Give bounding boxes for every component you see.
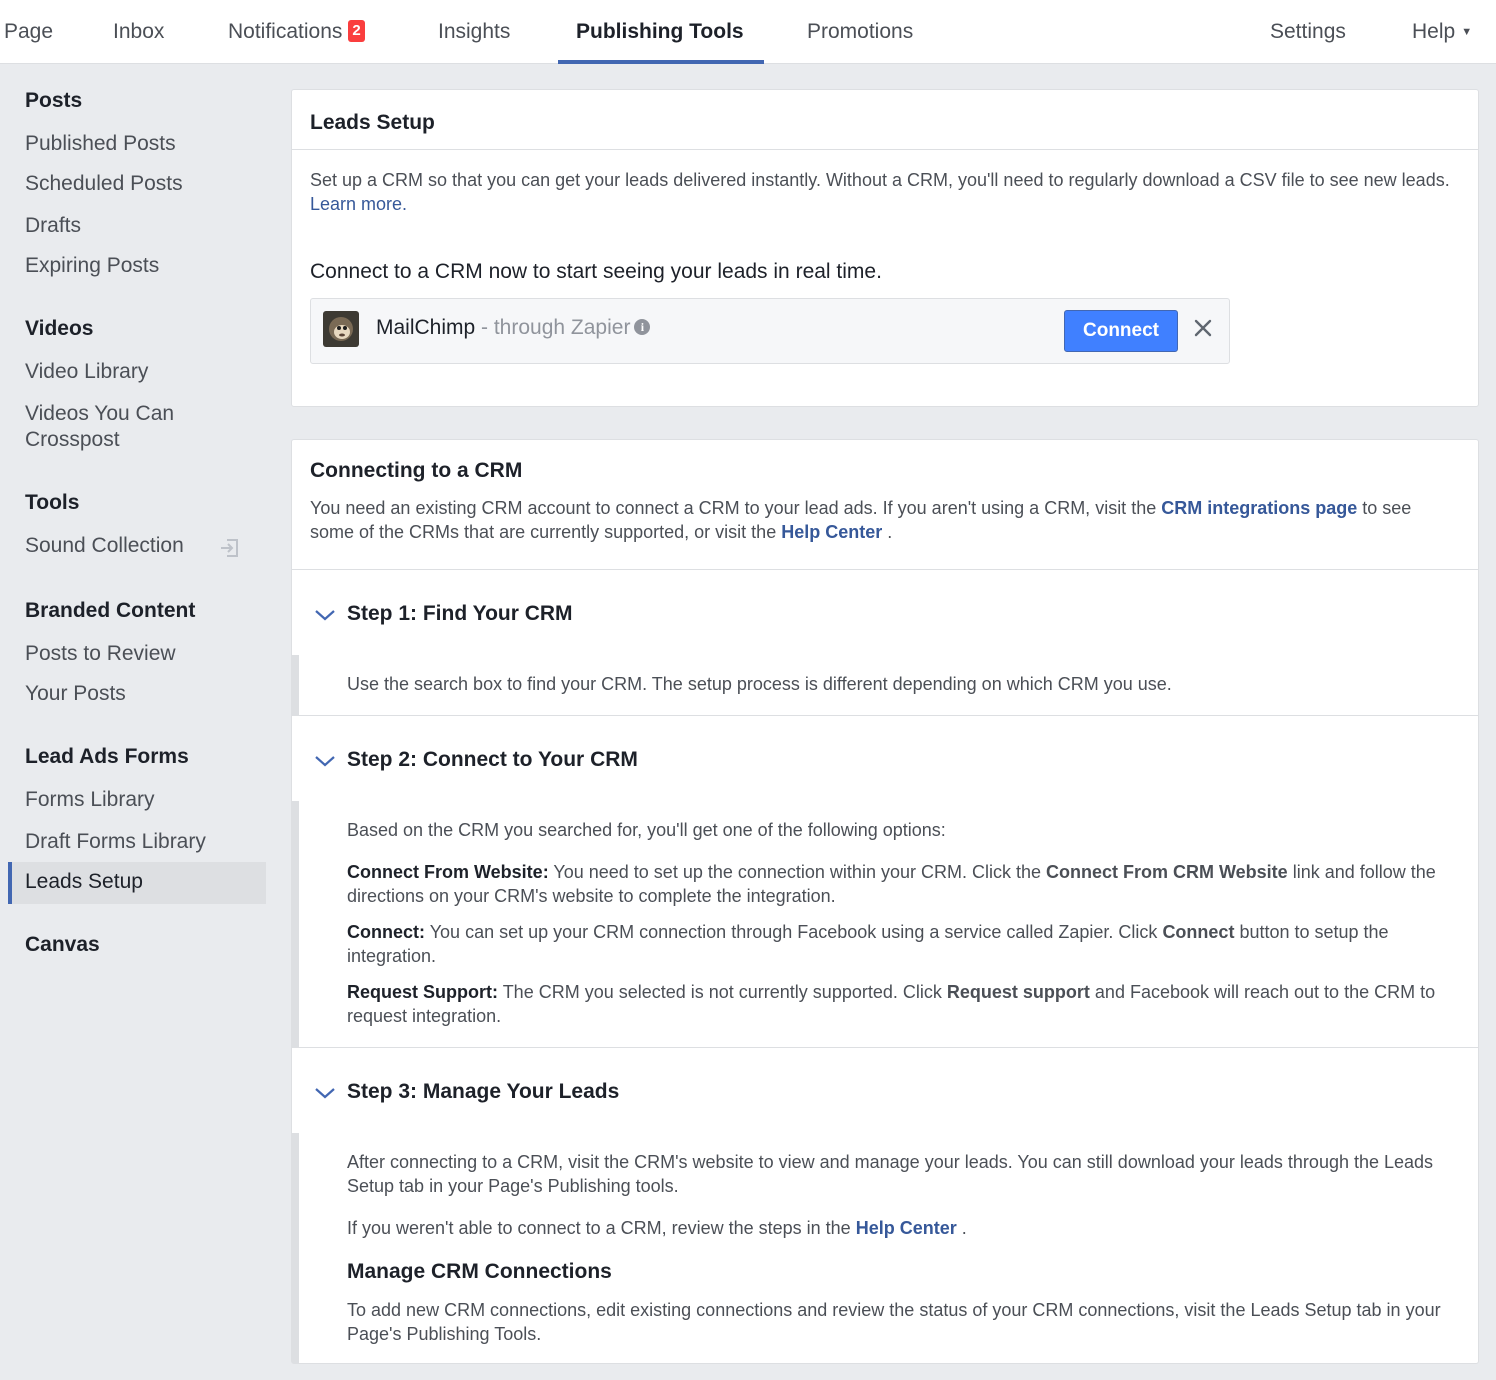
close-icon[interactable] <box>1191 316 1215 340</box>
crm-name: MailChimp - through Zapier i <box>376 316 651 340</box>
option-bold: Connect <box>1162 922 1235 942</box>
sidebar-item-your-posts[interactable]: Your Posts <box>25 681 126 707</box>
sidebar-heading-lead-ads-forms: Lead Ads Forms <box>25 745 189 768</box>
chevron-down-icon[interactable] <box>314 1086 336 1100</box>
settings-link[interactable]: Settings <box>1270 0 1346 64</box>
option-label: Request Support: <box>347 982 498 1002</box>
intro-text: Set up a CRM so that you can get your le… <box>310 170 1450 190</box>
sidebar-item-label-line1: Videos You Can <box>25 402 175 425</box>
option-text: You can set up your CRM connection throu… <box>429 922 1158 942</box>
sidebar-heading-posts: Posts <box>25 89 83 112</box>
sidebar-heading-canvas[interactable]: Canvas <box>25 933 100 957</box>
step3-body: After connecting to a CRM, visit the CRM… <box>347 1152 1434 1196</box>
intro-text-c: . <box>887 522 893 542</box>
top-navigation: Page Inbox Notifications 2 Insights Publi… <box>0 0 1496 64</box>
tab-promotions[interactable]: Promotions <box>807 0 913 64</box>
divider <box>292 715 1478 716</box>
step3-bar <box>292 1133 299 1363</box>
connect-button[interactable]: Connect <box>1064 310 1178 352</box>
help-text: If you weren't able to connect to a CRM,… <box>347 1218 851 1238</box>
connecting-intro: You need an existing CRM account to conn… <box>310 496 1460 544</box>
crm-integrations-link[interactable]: CRM integrations page <box>1161 498 1357 518</box>
tab-page[interactable]: Page <box>4 0 53 64</box>
divider <box>292 569 1478 570</box>
step3-help: If you weren't able to connect to a CRM,… <box>347 1216 967 1240</box>
crm-name-label: MailChimp <box>376 316 476 339</box>
sidebar-item-scheduled-posts[interactable]: Scheduled Posts <box>25 171 183 197</box>
help-text-end: . <box>961 1218 967 1238</box>
step1-title[interactable]: Step 1: Find Your CRM <box>347 602 573 626</box>
sidebar-item-label-line2: Crosspost <box>25 428 120 451</box>
learn-more-link[interactable]: Learn more. <box>310 194 407 214</box>
sidebar-item-expiring-posts[interactable]: Expiring Posts <box>25 253 159 279</box>
step2-lead: Based on the CRM you searched for, you'l… <box>347 820 946 840</box>
help-center-link[interactable]: Help Center <box>856 1218 957 1238</box>
tab-inbox[interactable]: Inbox <box>113 0 164 64</box>
external-link-icon[interactable] <box>218 536 242 560</box>
sidebar-item-posts-to-review[interactable]: Posts to Review <box>25 641 176 667</box>
step2-bar <box>292 801 299 1047</box>
sidebar-item-forms-library[interactable]: Forms Library <box>25 787 155 813</box>
step1-bar <box>292 655 299 715</box>
sidebar-heading-tools: Tools <box>25 491 80 514</box>
info-icon[interactable]: i <box>634 319 651 335</box>
sidebar-heading-branded-content: Branded Content <box>25 599 196 622</box>
sidebar-item-leads-setup[interactable]: Leads Setup <box>25 869 143 895</box>
connecting-crm-card: Connecting to a CRM You need an existing… <box>291 439 1479 1364</box>
step3-title[interactable]: Step 3: Manage Your Leads <box>347 1080 619 1104</box>
option-bold: Connect From CRM Website <box>1046 862 1288 882</box>
connect-prompt: Connect to a CRM now to start seeing you… <box>310 260 882 283</box>
option-text: The CRM you selected is not currently su… <box>502 982 942 1002</box>
chevron-down-icon[interactable] <box>314 608 336 622</box>
option-text: You need to set up the connection within… <box>553 862 1041 882</box>
chevron-down-icon[interactable] <box>314 754 336 768</box>
card-title: Connecting to a CRM <box>310 459 523 482</box>
leads-setup-card: Leads Setup Set up a CRM so that you can… <box>291 89 1479 407</box>
tab-insights[interactable]: Insights <box>438 0 510 64</box>
sidebar-item-draft-forms-library[interactable]: Draft Forms Library <box>25 829 206 855</box>
crm-option-row: MailChimp - through Zapier i Connect <box>310 298 1230 364</box>
intro-text-a: You need an existing CRM account to conn… <box>310 498 1157 518</box>
tab-publishing-tools[interactable]: Publishing Tools <box>558 0 764 64</box>
tab-notifications[interactable]: Notifications 2 <box>228 0 365 64</box>
step2-option-connect: Connect: You can set up your CRM connect… <box>347 920 1462 968</box>
help-menu[interactable]: Help ▼ <box>1412 0 1472 64</box>
option-label: Connect From Website: <box>347 862 549 882</box>
sidebar-item-drafts[interactable]: Drafts <box>25 213 81 239</box>
sidebar-heading-videos: Videos <box>25 317 94 340</box>
step2-option-website: Connect From Website: You need to set up… <box>347 860 1457 908</box>
option-label: Connect: <box>347 922 425 942</box>
sidebar-item-videos-you-can-crosspost[interactable]: Videos You Can Crosspost <box>25 401 174 453</box>
manage-crm-body: To add new CRM connections, edit existin… <box>347 1300 1441 1344</box>
notification-count-badge: 2 <box>348 20 365 42</box>
divider <box>292 1047 1478 1048</box>
leads-setup-intro: Set up a CRM so that you can get your le… <box>310 168 1450 216</box>
help-label: Help <box>1412 20 1456 43</box>
step1-body: Use the search box to find your CRM. The… <box>347 674 1172 694</box>
tab-notifications-label: Notifications <box>228 20 343 43</box>
sidebar-item-video-library[interactable]: Video Library <box>25 359 148 385</box>
step2-option-request: Request Support: The CRM you selected is… <box>347 980 1457 1028</box>
step2-title[interactable]: Step 2: Connect to Your CRM <box>347 748 638 772</box>
mailchimp-logo <box>323 311 359 347</box>
caret-down-icon: ▼ <box>1461 26 1473 38</box>
crm-via-label: - through Zapier <box>475 316 631 339</box>
option-bold: Request support <box>946 982 1090 1002</box>
divider <box>292 149 1478 150</box>
manage-crm-title: Manage CRM Connections <box>347 1260 612 1283</box>
help-center-link[interactable]: Help Center <box>781 522 882 542</box>
card-title: Leads Setup <box>310 111 435 134</box>
sidebar-item-published-posts[interactable]: Published Posts <box>25 131 176 157</box>
sidebar-item-sound-collection[interactable]: Sound Collection <box>25 533 184 559</box>
